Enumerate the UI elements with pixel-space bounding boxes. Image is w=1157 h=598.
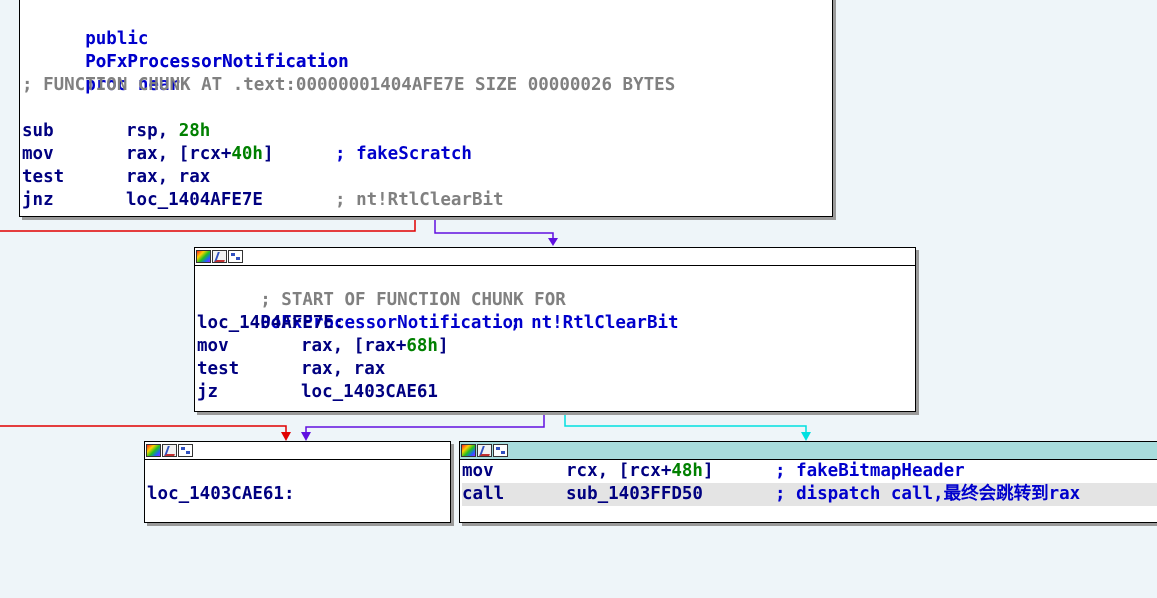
comment: ; fakeScratch: [335, 144, 472, 164]
code-block-entry[interactable]: public PoFxProcessorNotification PoFxPro…: [19, 0, 833, 217]
mnemonic: jz: [197, 382, 219, 402]
code-line: ; START OF FUNCTION CHUNK FOR PoFxProces…: [197, 266, 913, 333]
mnemonic: jnz: [22, 190, 54, 210]
node-title-bar: [145, 442, 450, 460]
comment: ; nt!RtlClearBit: [510, 313, 679, 333]
comment: ; dispatch call,最终会跳转到rax: [775, 484, 1081, 504]
chunk-comment: ; FUNCTION CHUNK AT .text:00000001404AFE…: [22, 75, 676, 95]
comment: ; nt!RtlClearBit: [335, 190, 504, 210]
code-line: mov rcx, [rcx+48h] ; fakeBitmapHeader: [462, 460, 1157, 483]
immediate: 28h: [178, 121, 211, 141]
operand: rax, rax: [126, 167, 211, 187]
code-line: test rax, rax: [22, 166, 830, 189]
operand-bracket: ]: [262, 144, 274, 164]
edge-true-node1: [434, 216, 558, 246]
operand: rax, rax: [301, 359, 386, 379]
operand: rax, [rcx+: [126, 144, 232, 164]
operand-bracket: ]: [702, 461, 714, 481]
graph-icon[interactable]: [228, 250, 243, 263]
code-line: mov rax, [rax+68h]: [197, 335, 913, 358]
operand: rax, [rax+: [301, 336, 407, 356]
mnemonic: sub: [22, 121, 54, 141]
operand: rsp,: [126, 121, 169, 141]
mnemonic: test: [197, 359, 240, 379]
graph-icon[interactable]: [178, 444, 193, 457]
mnemonic: test: [22, 167, 65, 187]
mnemonic: call: [462, 484, 505, 504]
code-line: sub rsp, 28h: [22, 120, 830, 143]
color-icon[interactable]: [196, 250, 211, 263]
code-line: public PoFxProcessorNotification: [22, 5, 830, 72]
call-target[interactable]: sub_1403FFD50: [566, 483, 703, 506]
code-line: loc_1404AFE7E: ; nt!RtlClearBit: [197, 312, 913, 335]
jump-target[interactable]: loc_1404AFE7E: [126, 189, 263, 212]
immediate: 40h: [231, 144, 263, 164]
code-line-selected[interactable]: call sub_1403FFD50 ; dispatch call,最终会跳转…: [462, 483, 1157, 506]
code-block-dispatch[interactable]: mov rcx, [rcx+48h] ; fakeBitmapHeader ca…: [459, 441, 1157, 523]
code-label[interactable]: loc_1403CAE61:: [147, 483, 448, 506]
operand: rcx, [rcx+: [566, 461, 672, 481]
code-line: jnz loc_1404AFE7E ; nt!RtlClearBit: [22, 189, 830, 212]
color-icon[interactable]: [461, 444, 476, 457]
edge-true-node2: [301, 411, 545, 441]
graph-icon[interactable]: [493, 444, 508, 457]
edge-next-node2: [564, 411, 811, 441]
mnemonic: mov: [22, 144, 54, 164]
code-block-false-branch[interactable]: loc_1403CAE61:: [144, 441, 451, 523]
code-line: PoFxProcessorNotification proc near: [22, 28, 830, 95]
edit-icon[interactable]: [477, 444, 492, 457]
immediate: 68h: [406, 336, 438, 356]
comment: ; fakeBitmapHeader: [775, 461, 965, 481]
code-label[interactable]: loc_1404AFE7E:: [197, 312, 345, 335]
immediate: 48h: [671, 461, 703, 481]
node-title-bar: [195, 248, 915, 266]
code-line: mov rax, [rcx+40h] ; fakeScratch: [22, 143, 830, 166]
node-title-bar: [460, 442, 1157, 460]
operand-bracket: ]: [437, 336, 449, 356]
code-line: jz loc_1403CAE61: [197, 381, 913, 404]
color-icon[interactable]: [146, 444, 161, 457]
mnemonic: mov: [197, 336, 229, 356]
code-line: test rax, rax: [197, 358, 913, 381]
edit-icon[interactable]: [212, 250, 227, 263]
mnemonic: mov: [462, 461, 494, 481]
edit-icon[interactable]: [162, 444, 177, 457]
jump-target[interactable]: loc_1403CAE61: [301, 381, 438, 404]
code-block-chunk[interactable]: ; START OF FUNCTION CHUNK FOR PoFxProces…: [194, 247, 916, 412]
